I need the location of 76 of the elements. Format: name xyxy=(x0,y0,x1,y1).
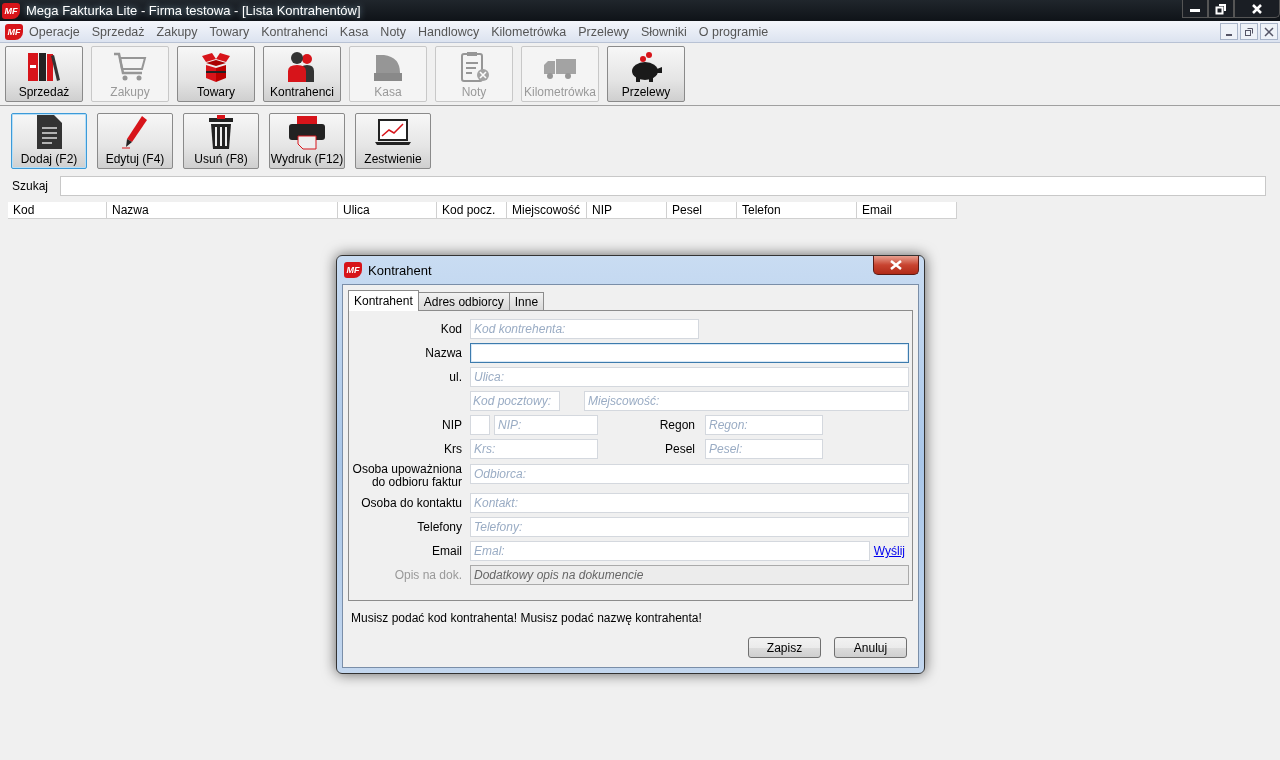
menu-item[interactable]: Kasa xyxy=(333,24,375,39)
column-header[interactable]: Kod xyxy=(8,202,107,219)
restore-icon xyxy=(1215,2,1227,15)
send-link[interactable]: Wyślij xyxy=(873,544,905,558)
field-label: Nazwa xyxy=(424,346,462,360)
field-label: Osoba upoważniona do odbioru faktur xyxy=(351,463,462,489)
restore-button[interactable] xyxy=(1208,0,1234,18)
menu-item[interactable]: O programie xyxy=(692,24,775,39)
field-label: Email xyxy=(431,544,462,558)
toolbar-button[interactable]: Zestwienie xyxy=(355,113,431,169)
field-label: ul. xyxy=(448,370,462,384)
field-label: Opis na dok. xyxy=(393,568,462,582)
column-header[interactable]: Pesel xyxy=(667,202,737,219)
validation-message: Musisz podać kod kontrahenta! Musisz podać nazwę kontrahenta! xyxy=(350,610,703,627)
column-header[interactable]: Ulica xyxy=(338,202,437,219)
close-button[interactable] xyxy=(1234,0,1280,18)
field-label: Krs xyxy=(443,442,462,456)
toolbar-button[interactable]: Dodaj (F2) xyxy=(11,113,87,169)
field-label: Osoba do kontaktu xyxy=(360,496,462,510)
input-field[interactable] xyxy=(470,343,909,363)
menu-item[interactable]: Towary xyxy=(203,24,256,39)
close-icon xyxy=(889,260,903,270)
cart-icon xyxy=(112,51,148,83)
dialog-button[interactable]: Zapisz xyxy=(748,637,821,658)
column-header[interactable]: NIP xyxy=(587,202,667,219)
module-button[interactable]: Przelewy xyxy=(607,46,685,102)
tab[interactable]: Inne xyxy=(508,292,545,310)
binders-icon xyxy=(26,51,62,83)
tab[interactable]: Kontrahent xyxy=(348,290,419,311)
toolbar-button[interactable]: Usuń (F8) xyxy=(183,113,259,169)
restore-icon xyxy=(1244,26,1254,37)
module-button[interactable]: Kontrahenci xyxy=(263,46,341,102)
dialog-title: Kontrahent xyxy=(368,262,432,278)
column-header[interactable]: Email xyxy=(857,202,957,219)
field-label: NIP xyxy=(441,418,462,432)
minimize-icon xyxy=(1226,33,1232,36)
menu-item[interactable]: Noty xyxy=(374,24,413,39)
column-header[interactable]: Miejscowość xyxy=(507,202,587,219)
app-logo: MF xyxy=(5,23,23,40)
menu-item[interactable]: Operacje xyxy=(23,24,86,39)
field-label: Kod xyxy=(439,322,462,336)
toolbar-button[interactable]: Wydruk (F12) xyxy=(269,113,345,169)
field-label: Pesel xyxy=(663,442,695,456)
module-button[interactable]: Sprzedaż xyxy=(5,46,83,102)
document-icon xyxy=(34,114,64,150)
menu-item[interactable]: Słowniki xyxy=(634,24,693,39)
menu-item[interactable]: Kontrahenci xyxy=(255,24,334,39)
close-icon xyxy=(1251,2,1263,15)
minimize-button[interactable] xyxy=(1220,23,1238,40)
window-title: Mega Fakturka Lite - Firma testowa - [Lista Kontrahentów] xyxy=(26,3,361,18)
menu-item[interactable]: Kilometrówka xyxy=(485,24,573,39)
menu-item[interactable]: Handlowcy xyxy=(412,24,486,39)
minimize-button[interactable] xyxy=(1182,0,1208,18)
close-button[interactable] xyxy=(1260,23,1278,40)
toolbar-button[interactable]: Edytuj (F4) xyxy=(97,113,173,169)
search-field[interactable] xyxy=(60,176,1266,196)
trash-icon xyxy=(206,114,236,150)
app-logo: MF xyxy=(344,262,362,278)
restore-button[interactable] xyxy=(1240,23,1258,40)
menu-item[interactable]: Zakupy xyxy=(150,24,204,39)
module-button[interactable]: Towary xyxy=(177,46,255,102)
column-header[interactable]: Nazwa xyxy=(107,202,338,219)
search-label: Szukaj xyxy=(12,179,49,193)
field-label: Regon xyxy=(658,418,695,432)
menu-item[interactable]: Przelewy xyxy=(572,24,635,39)
tab[interactable]: Adres odbiorcy xyxy=(417,292,510,310)
close-button[interactable] xyxy=(873,256,919,275)
app-logo: MF xyxy=(2,2,20,19)
menu-item[interactable]: Sprzedaż xyxy=(85,24,151,39)
close-icon xyxy=(1264,26,1274,37)
dialog-button[interactable]: Anuluj xyxy=(834,637,907,658)
printer-icon xyxy=(287,114,327,150)
column-header[interactable]: Kod pocz. xyxy=(437,202,507,219)
pen-icon xyxy=(120,114,150,150)
column-header[interactable]: Telefon xyxy=(737,202,857,219)
field-label: Telefony xyxy=(416,520,462,534)
